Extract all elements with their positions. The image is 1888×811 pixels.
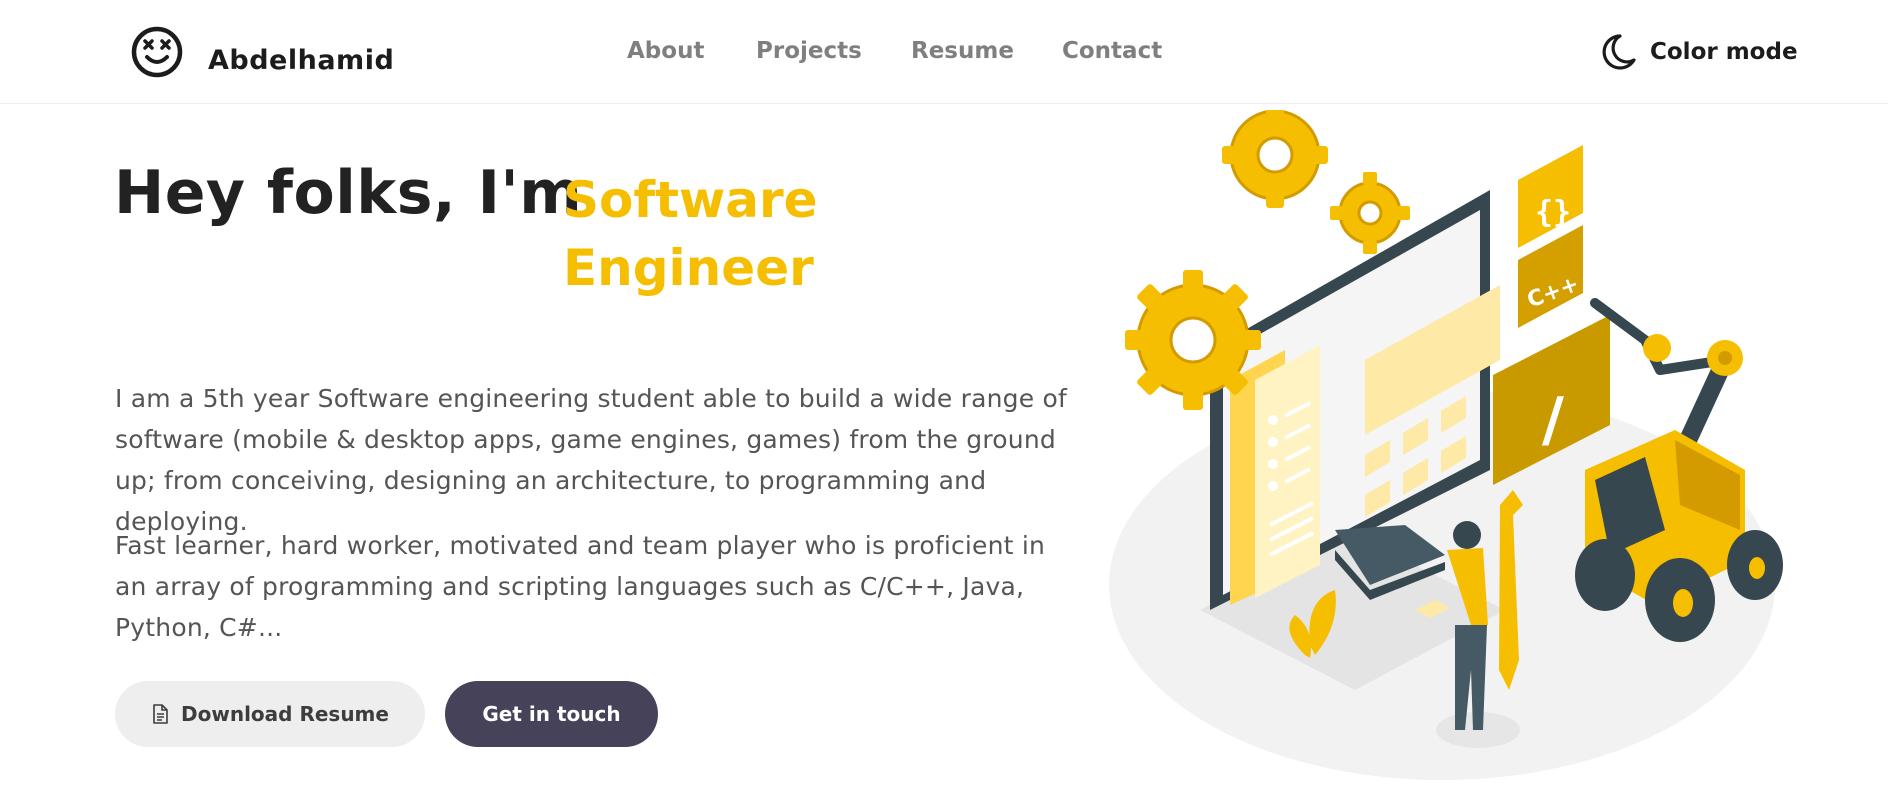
color-mode-toggle[interactable]: Color mode [1598,32,1798,72]
brand-name[interactable]: Abdelhamid [208,45,394,76]
download-resume-label: Download Resume [181,702,389,726]
smiley-face-icon[interactable] [131,26,183,78]
nav-contact[interactable]: Contact [1062,38,1162,64]
tile-slash: / [1542,385,1564,455]
color-mode-label: Color mode [1650,39,1798,65]
site-header: Abdelhamid About Projects Resume Contact… [0,0,1888,104]
moon-icon [1602,34,1636,70]
skills-paragraph: Fast learner, hard worker, motivated and… [115,531,1046,642]
hero-greeting: Hey folks, I'm [114,158,583,228]
hero-role: Software Engineer [563,171,818,297]
document-icon [153,704,168,724]
tile-braces: {} [1535,195,1571,230]
download-resume-button[interactable]: Download Resume [115,681,425,747]
intro-paragraph: I am a 5th year Software engineering stu… [115,384,1067,536]
engineer-illustration: {} C++ / [1109,110,1783,780]
get-in-touch-button[interactable]: Get in touch [445,681,658,747]
nav-projects[interactable]: Projects [756,38,862,64]
nav-resume[interactable]: Resume [911,38,1014,64]
nav-about[interactable]: About [627,38,704,64]
